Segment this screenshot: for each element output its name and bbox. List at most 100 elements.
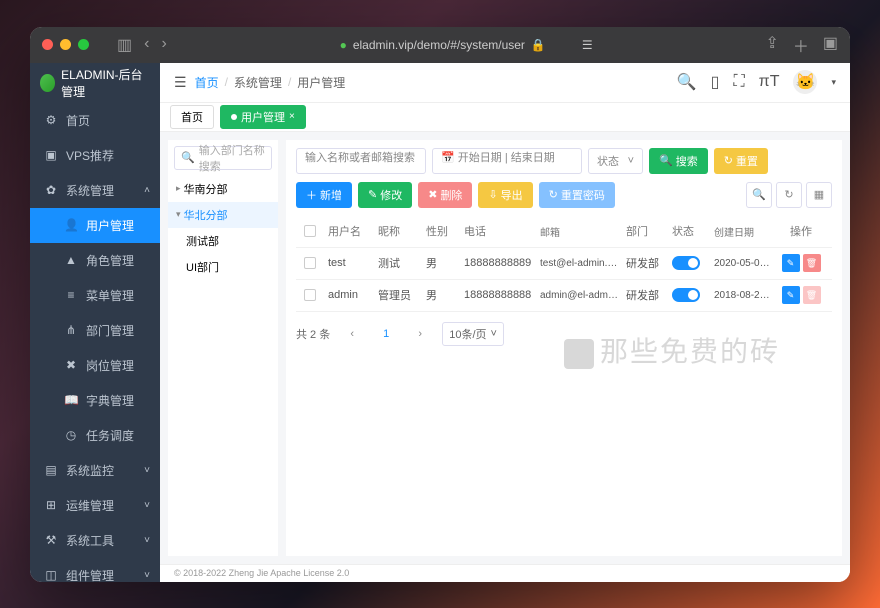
table-row: admin管理员男18888888888admin@el-admin.vip研发… xyxy=(296,280,832,312)
user-table: 用户名 昵称 性别 电话 邮箱 部门 状态 创建日期 操作 test测试男188… xyxy=(296,216,832,312)
logo-icon xyxy=(40,74,55,92)
row-checkbox[interactable] xyxy=(304,257,316,269)
search-button[interactable]: 🔍 搜索 xyxy=(649,148,708,174)
breadcrumb: 首页 / 系统管理 / 用户管理 xyxy=(195,74,346,91)
footer-copyright: © 2018-2022 Zheng Jie Apache License 2.0 xyxy=(160,564,850,582)
sidebar-item[interactable]: ◷任务调度 xyxy=(30,418,160,453)
brand[interactable]: ELADMIN-后台管理 xyxy=(30,63,160,103)
sidebar-item[interactable]: ≡菜单管理 xyxy=(30,278,160,313)
sidebar-item[interactable]: 📖字典管理 xyxy=(30,383,160,418)
bc-home[interactable]: 首页 xyxy=(195,74,219,91)
sidebar-item[interactable]: ⚙首页 xyxy=(30,103,160,138)
state-switch[interactable] xyxy=(672,256,700,270)
page-total: 共 2 条 xyxy=(296,326,330,342)
tabs-icon[interactable]: ▣ xyxy=(823,33,838,57)
browser-titlebar: ▥ ‹ › ● eladmin.vip/demo/#/system/user 🔒… xyxy=(30,27,850,63)
sidebar-item[interactable]: ⋔部门管理 xyxy=(30,313,160,348)
new-tab-icon[interactable]: ＋ xyxy=(793,33,809,57)
name-filter-input[interactable]: 输入名称或者邮箱搜索 xyxy=(296,148,426,174)
resetpwd-button[interactable]: ↻ 重置密码 xyxy=(539,182,615,208)
top-nav: ☰ 首页 / 系统管理 / 用户管理 🔍 ▯ ⛶ πT 🐱 ▾ xyxy=(160,63,850,103)
delete-button[interactable]: ✖ 删除 xyxy=(418,182,472,208)
tree-node[interactable]: UI部门 xyxy=(168,254,278,280)
forward-icon[interactable]: › xyxy=(161,35,166,55)
back-icon[interactable]: ‹ xyxy=(144,35,149,55)
dept-tree: 🔍 输入部门名称搜索 ▸华南分部▾华北分部测试部UI部门 xyxy=(168,140,278,556)
share-icon[interactable]: ⇪ xyxy=(765,33,778,57)
export-button[interactable]: ⇩ 导出 xyxy=(478,182,532,208)
search-icon[interactable]: 🔍 xyxy=(677,72,697,92)
page-size-select[interactable]: 10条/页˅ xyxy=(442,322,504,346)
fontsize-icon[interactable]: πT xyxy=(759,73,780,91)
close-dot[interactable] xyxy=(42,39,53,50)
tab-active-dot xyxy=(231,114,237,120)
row-edit-icon[interactable]: ✎ xyxy=(782,286,800,304)
th-op: 操作 xyxy=(776,217,826,245)
url-text: eladmin.vip/demo/#/system/user xyxy=(353,38,525,52)
tree-node[interactable]: 测试部 xyxy=(168,228,278,254)
th-user: 用户名 xyxy=(324,217,374,245)
sidebar-item[interactable]: ⊞运维管理˅ xyxy=(30,488,160,523)
hamburger-icon[interactable]: ☰ xyxy=(174,74,187,91)
sidebar-item[interactable]: ▣VPS推荐 xyxy=(30,138,160,173)
tree-search-input[interactable]: 🔍 输入部门名称搜索 xyxy=(174,146,272,170)
row-edit-icon[interactable]: ✎ xyxy=(782,254,800,272)
row-delete-icon[interactable]: 🗑 xyxy=(803,286,821,304)
tool-refresh-icon[interactable]: ↻ xyxy=(776,182,802,208)
reset-button[interactable]: ↻ 重置 xyxy=(714,148,768,174)
tree-node[interactable]: ▸华南分部 xyxy=(168,176,278,202)
tab-close-icon[interactable]: × xyxy=(289,111,295,122)
tab-users-label: 用户管理 xyxy=(241,109,285,125)
tabs-bar: 首页 用户管理 × xyxy=(160,103,850,132)
edit-button[interactable]: ✎ 修改 xyxy=(358,182,412,208)
state-switch[interactable] xyxy=(672,288,700,302)
th-date: 创建日期 xyxy=(710,218,776,245)
th-sex: 性别 xyxy=(422,217,460,245)
tree-node[interactable]: ▾华北分部 xyxy=(168,202,278,228)
minimize-dot[interactable] xyxy=(60,39,71,50)
th-state: 状态 xyxy=(668,217,710,245)
sidebar-item[interactable]: ◫组件管理˅ xyxy=(30,558,160,582)
sidebar-item[interactable]: ✖岗位管理 xyxy=(30,348,160,383)
calendar-icon: 📅 xyxy=(441,152,455,164)
page-prev[interactable]: ‹ xyxy=(340,322,364,346)
th-mail: 邮箱 xyxy=(536,218,622,245)
tab-users[interactable]: 用户管理 × xyxy=(220,105,306,129)
state-select[interactable]: 状态˅ xyxy=(588,148,643,174)
tab-home-label: 首页 xyxy=(181,109,203,125)
tab-home[interactable]: 首页 xyxy=(170,105,214,129)
avatar[interactable]: 🐱 xyxy=(793,70,817,94)
table-row: test测试男18888888889test@el-admin.vip研发部20… xyxy=(296,248,832,280)
sidebar: ELADMIN-后台管理 ⚙首页▣VPS推荐✿系统管理˄👤用户管理▲角色管理≡菜… xyxy=(30,63,160,582)
search-icon-small: 🔍 xyxy=(181,151,195,164)
brand-text: ELADMIN-后台管理 xyxy=(61,66,150,100)
th-tel: 电话 xyxy=(460,217,536,245)
sidebar-toggle-icon[interactable]: ▥ xyxy=(117,35,132,55)
page-current[interactable]: 1 xyxy=(374,322,398,346)
sidebar-item[interactable]: 👤用户管理 xyxy=(30,208,160,243)
page-next[interactable]: › xyxy=(408,322,432,346)
pagination: 共 2 条 ‹ 1 › 10条/页˅ xyxy=(296,322,832,346)
tool-search-icon[interactable]: 🔍 xyxy=(746,182,772,208)
bc-p1: 系统管理 xyxy=(234,74,282,91)
sidebar-item[interactable]: ▲角色管理 xyxy=(30,243,160,278)
url-bar[interactable]: ● eladmin.vip/demo/#/system/user 🔒 ☰ xyxy=(175,38,758,52)
row-checkbox[interactable] xyxy=(304,289,316,301)
reader-icon[interactable]: ☰ xyxy=(582,38,593,52)
select-all-checkbox[interactable] xyxy=(304,225,316,237)
sidebar-item[interactable]: ⚒系统工具˅ xyxy=(30,523,160,558)
add-button[interactable]: ＋ 新增 xyxy=(296,182,352,208)
fullscreen-icon[interactable]: ⛶ xyxy=(733,73,744,91)
tool-columns-icon[interactable]: ▦ xyxy=(806,182,832,208)
lock-icon: ● xyxy=(340,38,347,52)
date-range-input[interactable]: 📅 开始日期 | 结束日期 xyxy=(432,148,582,174)
th-nick: 昵称 xyxy=(374,217,422,245)
caret-icon[interactable]: ▾ xyxy=(831,77,836,88)
maximize-dot[interactable] xyxy=(78,39,89,50)
docs-icon[interactable]: ▯ xyxy=(711,72,720,92)
window-controls[interactable] xyxy=(42,39,89,50)
row-delete-icon[interactable]: 🗑 xyxy=(803,254,821,272)
bc-p2: 用户管理 xyxy=(297,74,345,91)
sidebar-item[interactable]: ✿系统管理˄ xyxy=(30,173,160,208)
sidebar-item[interactable]: ▤系统监控˅ xyxy=(30,453,160,488)
